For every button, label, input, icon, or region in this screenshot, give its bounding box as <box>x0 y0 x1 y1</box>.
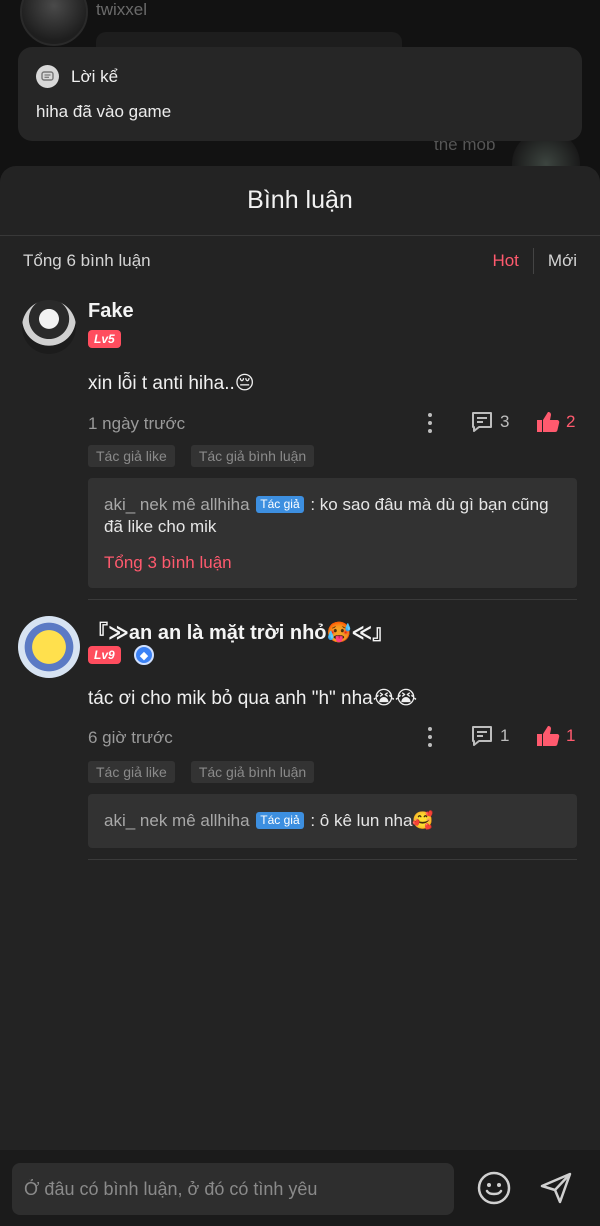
narrator-card: Lời kể hiha đã vào game <box>18 47 582 141</box>
background-avatar <box>20 0 88 46</box>
reply-preview[interactable]: aki_ nek mê allhiha Tác giả : ô kê lun n… <box>88 794 577 848</box>
verified-icon: ◆ <box>134 645 154 665</box>
comment-divider <box>88 599 577 600</box>
comment-author-name[interactable]: Fake <box>88 300 134 323</box>
comment-author-name[interactable]: 『≫an an là mặt trời nhỏ🥵≪』 <box>88 616 392 645</box>
send-icon <box>540 1172 572 1204</box>
comment-text: tác ơi cho mik bỏ qua anh "h" nha😭😭 <box>88 688 418 709</box>
send-button[interactable] <box>538 1170 574 1206</box>
tag-author-like: Tác giả like <box>88 761 175 783</box>
chat-bubble-icon <box>36 65 59 88</box>
level-badge: Lv9 <box>88 646 121 664</box>
more-options-icon[interactable] <box>420 411 440 435</box>
reply-author-name: aki_ nek mê allhiha <box>104 495 250 514</box>
comment-input-bar <box>0 1150 600 1226</box>
emoji-button[interactable] <box>476 1170 512 1206</box>
comment-icon <box>472 726 492 746</box>
like-button[interactable]: 1 <box>536 725 575 747</box>
like-count: 1 <box>566 726 576 745</box>
reply-button[interactable]: 3 <box>470 411 509 433</box>
tag-author-comment: Tác giả bình luận <box>190 445 315 467</box>
author-badge: Tác giả <box>256 496 304 513</box>
comment-text: xin lỗi t anti hiha..😔 <box>88 373 255 394</box>
like-button[interactable]: 2 <box>536 411 575 433</box>
sort-tabs: Hot Mới <box>492 248 577 274</box>
total-comments-label: Tổng 6 bình luận <box>23 251 151 270</box>
avatar[interactable] <box>22 300 76 354</box>
background-username: twixxel <box>96 0 148 19</box>
reply-count: 1 <box>500 726 510 745</box>
comment-timestamp: 6 giờ trước <box>88 728 173 747</box>
level-badge: Lv5 <box>88 330 121 348</box>
tag-author-like: Tác giả like <box>88 445 175 467</box>
author-tags: Tác giả like Tác giả bình luận <box>88 761 315 783</box>
tag-author-comment: Tác giả bình luận <box>190 761 315 783</box>
narrator-text: hiha đã vào game <box>36 102 172 121</box>
author-badge: Tác giả <box>256 812 304 829</box>
comment-input[interactable] <box>12 1163 454 1215</box>
sheet-title: Bình luận <box>0 166 600 236</box>
reply-count: 3 <box>500 412 510 431</box>
reply-preview[interactable]: aki_ nek mê allhiha Tác giả : ko sao đâu… <box>88 478 577 588</box>
comments-summary-row: Tổng 6 bình luận Hot Mới <box>0 236 600 286</box>
author-tags: Tác giả like Tác giả bình luận <box>88 445 315 467</box>
reply-button[interactable]: 1 <box>470 725 509 747</box>
reply-text: : ô kê lun nha🥰 <box>310 811 434 830</box>
smiley-icon <box>477 1171 511 1205</box>
comment-divider <box>88 859 577 860</box>
comment-icon <box>472 412 492 432</box>
comment-timestamp: 1 ngày trước <box>88 414 186 433</box>
view-all-replies-link[interactable]: Tổng 3 bình luận <box>104 552 561 574</box>
reply-author-name: aki_ nek mê allhiha <box>104 811 250 830</box>
like-count: 2 <box>566 412 576 431</box>
avatar[interactable] <box>18 616 80 678</box>
thumbs-up-icon <box>537 412 560 432</box>
tab-new[interactable]: Mới <box>534 251 577 271</box>
more-options-icon[interactable] <box>420 725 440 749</box>
comments-sheet: Bình luận Tổng 6 bình luận Hot Mới Fake … <box>0 166 600 1226</box>
narrator-title: Lời kể <box>71 66 119 86</box>
tab-hot[interactable]: Hot <box>492 251 532 271</box>
thumbs-up-icon <box>537 726 560 746</box>
